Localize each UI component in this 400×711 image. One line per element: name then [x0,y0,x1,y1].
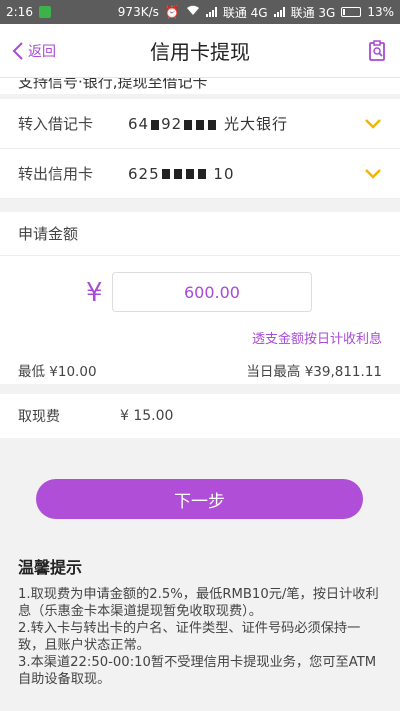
back-label: 返回 [28,43,56,60]
tips-title: 温馨提示 [18,558,83,577]
battery-icon [341,7,362,17]
wifi-icon [186,5,200,19]
signal-icon-2 [273,7,285,17]
signal-icon-1 [205,7,217,17]
chevron-down-icon[interactable] [364,168,382,180]
alarm-icon: ⏰ [164,5,180,19]
amount-section-label: 申请金额 [0,212,400,256]
tip-item: 3.本渠道22:50-00:10暂不受理信用卡提现业务，您可至ATM自助设备取现… [18,655,377,687]
tips-list: 1.取现费为申请金额的2.5%，最低RMB10元/笔，按日计收利息（乐惠金卡本渠… [18,586,384,688]
debit-card-number: 64 92 光大银行 [128,115,288,133]
card-group: 转入借记卡 64 92 光大银行 转出信用卡 625 10 [0,99,400,199]
carrier-2: 联通 3G [290,5,336,20]
network-speed: 973K/s [117,5,159,19]
record-search-icon[interactable] [368,40,388,62]
fee-label: 取现费 [18,409,60,425]
tip-item: 2.转入卡与转出卡的户名、证件类型、证件号码必须保持一致，且账户状态正常。 [18,621,361,653]
min-amount: 最低 ¥10.00 [18,364,97,380]
currency-symbol: ¥ [86,278,103,308]
fee-value: ¥ 15.00 [120,408,174,424]
cutoff-hint: 支持信号·银行,提现至借记卡 [0,78,400,94]
credit-card-label: 转出信用卡 [18,165,94,183]
amount-limits: 最低 ¥10.00 当日最高 ¥39,811.11 [18,360,382,380]
page-title: 信用卡提现 [150,40,250,64]
back-button[interactable]: 返回 [12,41,56,61]
max-amount: 当日最高 ¥39,811.11 [246,364,382,380]
carrier-1: 联通 4G [222,5,268,20]
debit-card-label: 转入借记卡 [18,115,94,133]
notification-icon [38,6,51,18]
chevron-down-icon[interactable] [364,118,382,130]
amount-input[interactable] [112,272,312,312]
tip-item: 1.取现费为申请金额的2.5%，最低RMB10元/笔，按日计收利息（乐惠金卡本渠… [18,587,379,619]
next-step-button[interactable]: 下一步 [36,479,363,519]
interest-info-link[interactable]: 透支金额按日计收利息 [252,328,382,347]
battery-percent: 13% [367,5,394,19]
status-bar: 2:16 973K/s ⏰ 联通 4G 联通 3G 13% [0,0,400,24]
amount-area: ¥ 透支金额按日计收利息 最低 ¥10.00 当日最高 ¥39,811.11 [0,256,400,384]
credit-card-row[interactable]: 转出信用卡 625 10 [0,149,400,199]
nav-bar: 返回 信用卡提现 [0,24,400,78]
credit-card-number: 625 10 [128,164,235,183]
status-time: 2:16 [6,5,33,19]
debit-card-row[interactable]: 转入借记卡 64 92 光大银行 [0,99,400,149]
chevron-left-icon [12,41,23,60]
fee-row: 取现费 ¥ 15.00 [0,394,400,438]
